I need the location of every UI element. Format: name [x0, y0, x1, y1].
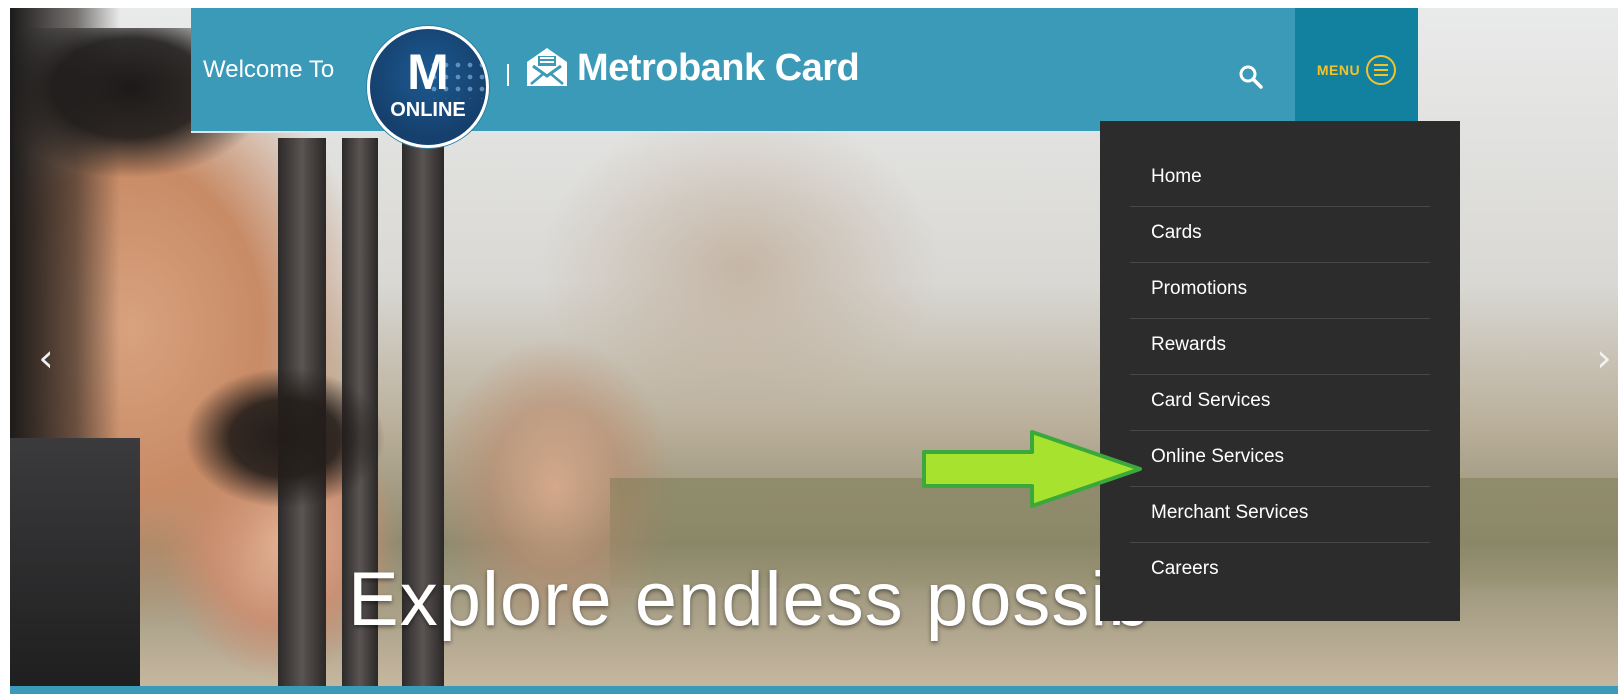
green-arrow-icon	[922, 430, 1142, 508]
menu-item-label: Card Services	[1151, 390, 1271, 411]
chevron-left-icon[interactable]: ‹	[34, 338, 58, 378]
welcome-text: Welcome To	[203, 56, 335, 83]
menu-item-online-services[interactable]: Online Services	[1130, 431, 1430, 487]
menu-item-label: Online Services	[1151, 446, 1285, 467]
menu-button[interactable]: MENU	[1295, 8, 1418, 131]
search-button[interactable]	[1236, 62, 1266, 92]
menu-item-label: Merchant Services	[1151, 502, 1309, 523]
search-icon	[1239, 65, 1263, 89]
menu-item-label: Home	[1151, 166, 1202, 187]
main-menu-dropdown: Home Cards Promotions Rewards Card Servi…	[1100, 121, 1460, 621]
hero-figure-hair	[180, 368, 390, 518]
site-header: Welcome To M ONLINE Metrobank Card MENU	[191, 8, 1418, 148]
menu-item-rewards[interactable]: Rewards	[1130, 319, 1430, 375]
menu-item-label: Cards	[1151, 222, 1202, 243]
menu-item-merchant-services[interactable]: Merchant Services	[1130, 487, 1430, 543]
logo-letter: M	[407, 44, 449, 100]
menu-item-careers[interactable]: Careers	[1130, 543, 1430, 599]
bottom-accent-strip	[10, 686, 1618, 694]
menu-item-label: Rewards	[1151, 334, 1226, 355]
hamburger-icon	[1366, 54, 1397, 85]
menu-label: MENU	[1316, 61, 1361, 78]
menu-item-promotions[interactable]: Promotions	[1130, 263, 1430, 319]
metrobank-card-logo[interactable]: Metrobank Card	[523, 42, 860, 94]
menu-item-label: Promotions	[1151, 278, 1248, 299]
hero-headline: Explore endless possib	[348, 557, 1152, 642]
envelope-logo-icon	[527, 48, 567, 86]
menu-item-label: Careers	[1151, 558, 1219, 579]
brand-name: Metrobank Card	[577, 46, 860, 89]
logo-subtext: ONLINE	[390, 99, 466, 121]
m-online-logo[interactable]: M ONLINE	[367, 26, 489, 148]
hero-figure-jacket	[10, 438, 140, 694]
menu-item-card-services[interactable]: Card Services	[1130, 375, 1430, 431]
menu-item-cards[interactable]: Cards	[1130, 207, 1430, 263]
menu-item-home[interactable]: Home	[1130, 151, 1430, 207]
chevron-right-icon[interactable]: ›	[1592, 338, 1616, 378]
header-divider	[507, 64, 509, 86]
page-frame: ‹ › Explore endless possib Welcome To M …	[10, 8, 1618, 694]
